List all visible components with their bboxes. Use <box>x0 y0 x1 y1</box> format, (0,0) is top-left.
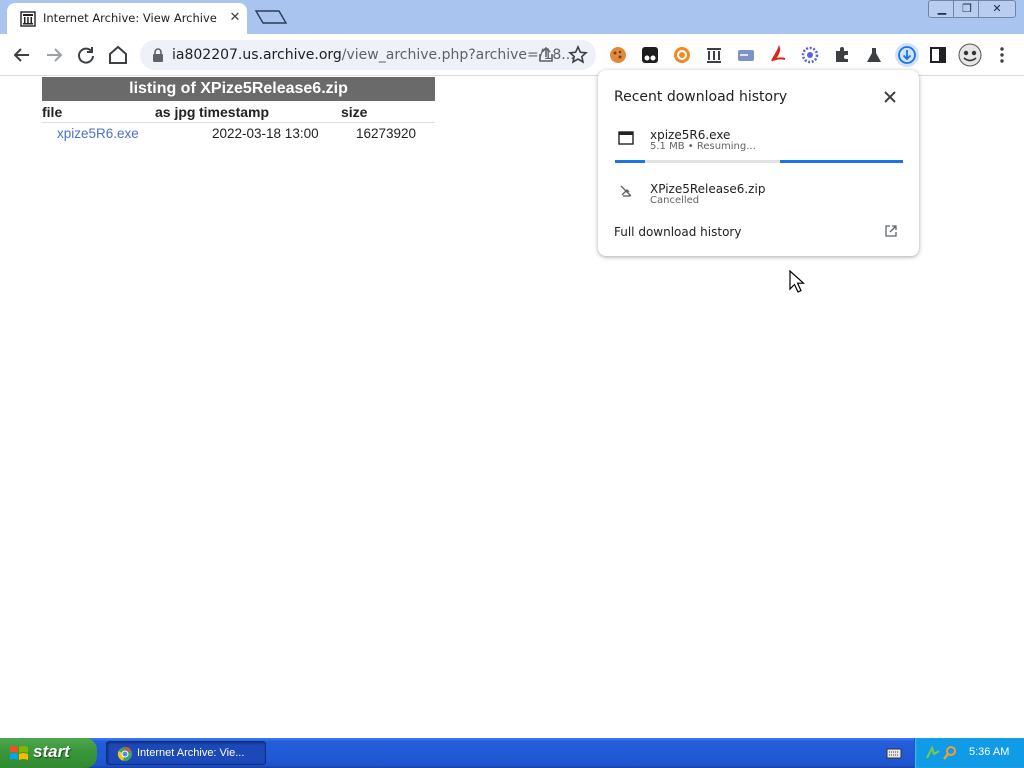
forward-arrow-icon[interactable] <box>42 43 66 67</box>
window-minimize-button[interactable]: ▁ <box>928 0 956 18</box>
keyboard-icon[interactable] <box>886 746 902 760</box>
download-item-status: Cancelled <box>650 195 700 206</box>
row-timestamp: 2022-03-18 13:00 <box>212 126 319 141</box>
tab-strip: Internet Archive: View Archive ✕ ▁ ❐ ✕ <box>0 0 1024 34</box>
address-bar[interactable]: ia802207.us.archive.org/view_archive.php… <box>140 40 596 70</box>
url-text[interactable]: ia802207.us.archive.org/view_archive.php… <box>172 47 575 63</box>
search-tray-icon[interactable] <box>942 745 958 761</box>
flask-icon[interactable] <box>864 45 884 65</box>
gear-flower-icon[interactable] <box>800 45 820 65</box>
home-icon[interactable] <box>106 43 130 67</box>
download-item-name: xpize5R6.exe <box>650 128 731 142</box>
bookmark-star-icon[interactable] <box>568 45 588 65</box>
header-file: file <box>42 104 63 120</box>
acrobat-icon[interactable] <box>768 45 788 65</box>
download-icon[interactable] <box>894 42 920 68</box>
listing-header-row: file as jpg timestamp size <box>42 101 435 123</box>
cancelled-file-icon <box>620 185 632 197</box>
row-size: 16273920 <box>356 126 417 141</box>
puzzle-icon[interactable] <box>832 45 852 65</box>
application-window-icon <box>618 131 634 145</box>
clock: 5:36 AM <box>969 746 1010 758</box>
share-icon[interactable] <box>537 46 555 64</box>
download-item-status: 5.1 MB • Resuming... <box>650 141 756 152</box>
archive-building-icon[interactable] <box>704 45 724 65</box>
menu-kebab-icon[interactable] <box>992 45 1012 65</box>
progress-fill-segment <box>780 160 903 163</box>
start-label: start <box>33 742 70 761</box>
progress-fill-segment <box>615 160 645 163</box>
profile-avatar-icon[interactable] <box>958 43 982 67</box>
archive-building-icon <box>20 11 36 27</box>
system-tray: 5:36 AM <box>914 738 1024 768</box>
header-size: size <box>341 104 368 120</box>
lock-icon[interactable] <box>152 48 164 62</box>
tab-close-icon[interactable]: ✕ <box>226 9 244 27</box>
orange-circle-icon[interactable] <box>672 45 692 65</box>
download-bubble-title: Recent download history <box>614 89 788 105</box>
download-item-name: XPize5Release6.zip <box>650 182 766 196</box>
window-close-button[interactable]: ✕ <box>978 0 1016 18</box>
open-in-new-icon[interactable] <box>884 224 898 238</box>
close-icon[interactable] <box>882 89 898 105</box>
download-bubble: Recent download history xpize5R6.exe 5.1… <box>598 70 919 256</box>
window-maximize-button[interactable]: ❐ <box>953 0 981 18</box>
reload-icon[interactable] <box>74 43 98 67</box>
url-host: ia802207.us.archive.org <box>172 47 342 63</box>
archive-listing: listing of XPize5Release6.zip file as jp… <box>42 77 435 145</box>
listing-title: listing of XPize5Release6.zip <box>42 77 435 101</box>
start-button[interactable]: start <box>0 738 97 768</box>
tab-title: Internet Archive: View Archive <box>43 11 217 25</box>
card-icon[interactable] <box>736 45 756 65</box>
table-row: xpize5R6.exe 2022-03-18 13:00 16273920 <box>42 123 435 145</box>
chrome-browser-icon <box>117 746 132 761</box>
header-timestamp: timestamp <box>199 104 270 120</box>
windows-logo-icon <box>10 746 28 760</box>
full-download-history-link[interactable]: Full download history <box>614 225 741 239</box>
network-tray-icon[interactable] <box>925 745 941 761</box>
taskbar-window-button[interactable]: Internet Archive: Vie... <box>106 741 266 765</box>
taskbar-window-label: Internet Archive: Vie... <box>137 747 245 759</box>
new-tab-icon[interactable] <box>254 8 288 26</box>
taskbar: start Internet Archive: Vie... 5:36 AM <box>0 738 1024 768</box>
tampermonkey-icon[interactable] <box>640 45 660 65</box>
back-arrow-icon[interactable] <box>10 43 34 67</box>
mouse-cursor-icon <box>789 270 805 293</box>
file-link[interactable]: xpize5R6.exe <box>57 126 139 141</box>
side-panel-icon[interactable] <box>928 45 948 65</box>
browser-tab[interactable]: Internet Archive: View Archive ✕ <box>7 3 247 34</box>
header-as-jpg: as jpg <box>155 104 196 120</box>
download-progress-bar <box>615 160 903 163</box>
cookie-extension-icon[interactable] <box>608 45 628 65</box>
